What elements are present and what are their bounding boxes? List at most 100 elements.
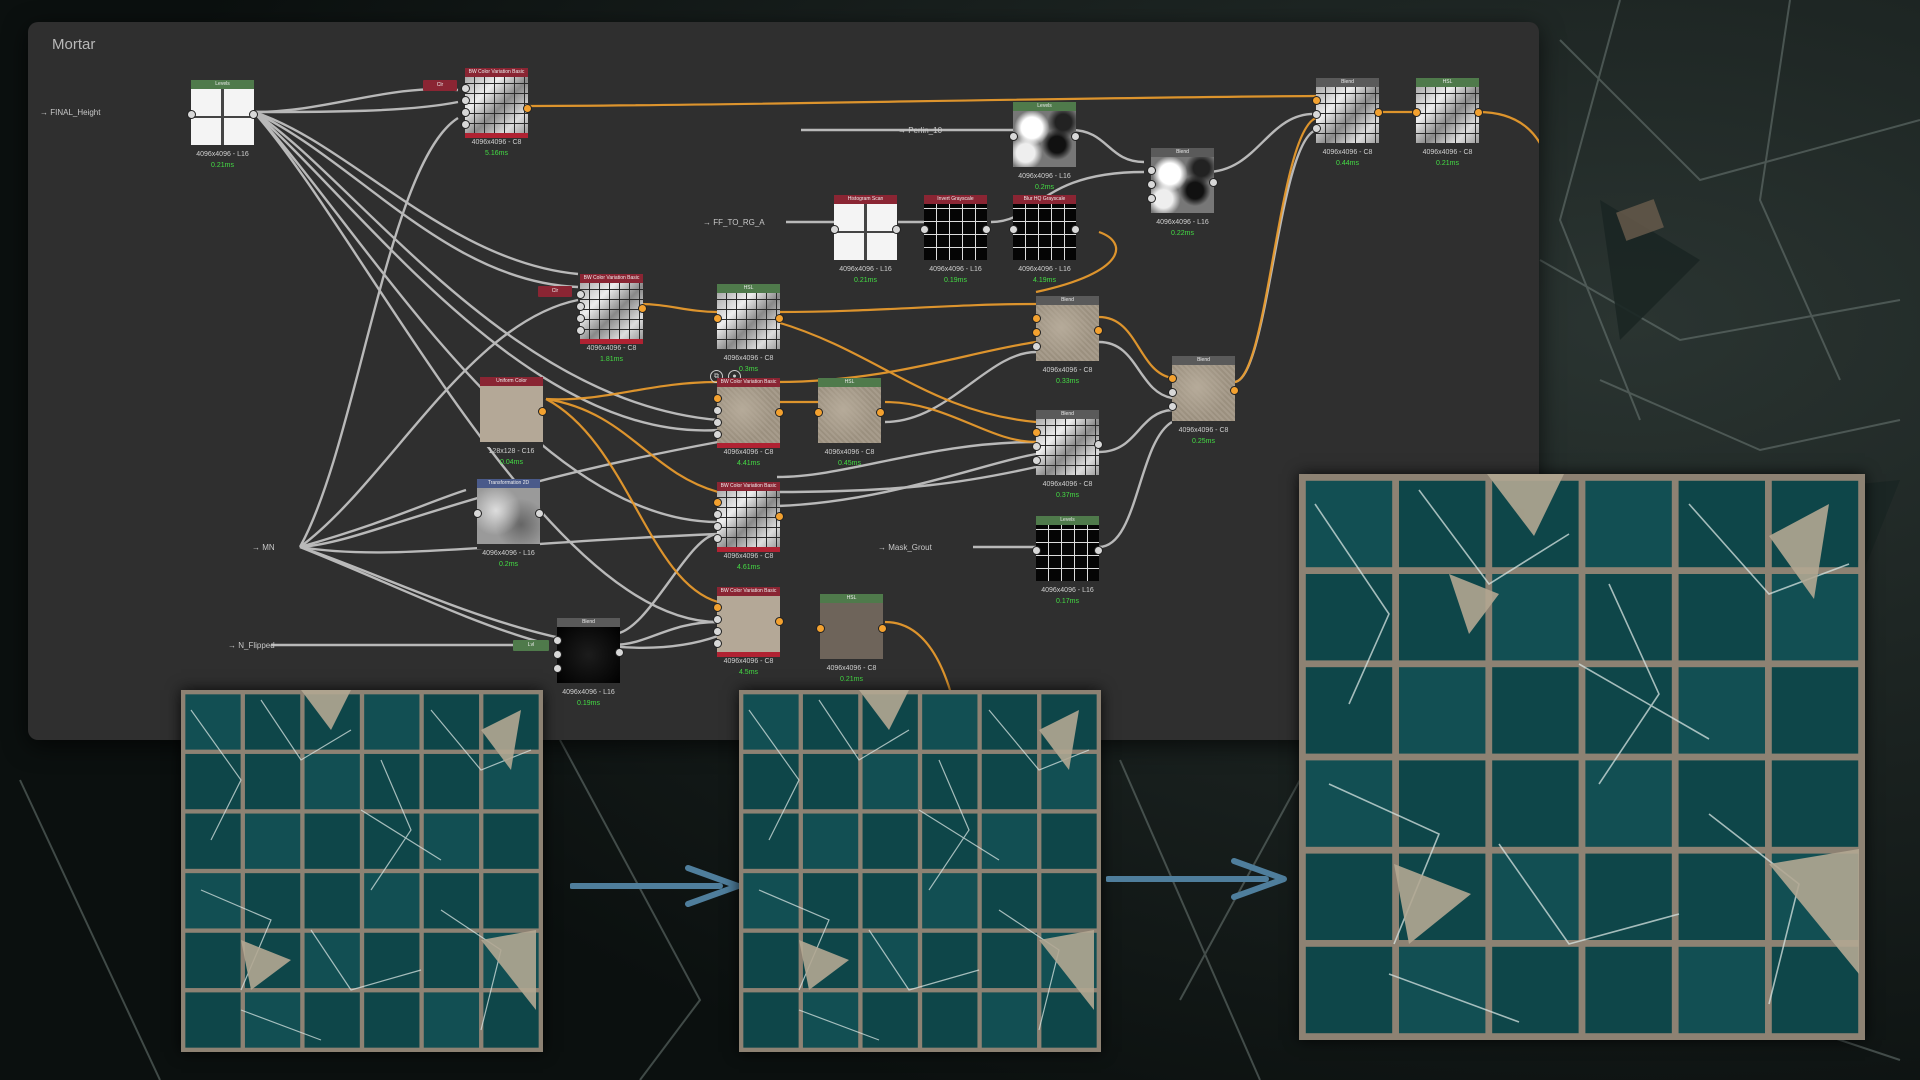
tile	[922, 753, 978, 810]
node-time: 0.21ms	[211, 162, 234, 169]
node-thumbnail	[1013, 111, 1076, 167]
tile	[862, 992, 918, 1048]
input-final-height[interactable]: → FINAL_Height	[40, 108, 100, 117]
node-time: 0.37ms	[1056, 492, 1079, 499]
node-bw-color-variation-3[interactable]: BW Color Variation Basic 4096x4096 - C8 …	[713, 378, 784, 467]
node-blend-mid-2[interactable]: Blend 4096x4096 - C8 0.37ms	[1032, 410, 1103, 499]
node-thumbnail	[820, 603, 883, 659]
tile	[802, 753, 859, 810]
input-perlin[interactable]: → Perlin_10	[898, 126, 942, 135]
tile	[1771, 946, 1859, 1034]
tile	[1678, 760, 1766, 847]
tile	[423, 753, 480, 810]
tile	[922, 992, 978, 1048]
node-levels-perlin[interactable]: Levels 4096x4096 - L16 0.2ms	[1009, 102, 1080, 191]
node-thumbnail	[580, 283, 643, 339]
node-info: 4096x4096 - C8	[723, 658, 774, 665]
node-time: 5.16ms	[485, 150, 508, 157]
tile	[423, 813, 480, 869]
node-info: 4096x4096 - C8	[723, 553, 774, 560]
tile	[922, 694, 978, 750]
tile	[1678, 667, 1766, 754]
tile	[981, 992, 1038, 1048]
preview-middle	[739, 690, 1101, 1052]
tile	[1678, 573, 1766, 661]
node-info: 4096x4096 - C8	[1042, 367, 1093, 374]
node-histogram-scan[interactable]: Histogram Scan 4096x4096 - L16 0.21ms	[830, 195, 901, 284]
node-header: Blend	[557, 618, 620, 627]
input-mask-grout[interactable]: → Mask_Grout	[878, 543, 932, 552]
node-hsl-4[interactable]: HSL 4096x4096 - C8 0.21ms	[816, 594, 887, 683]
tile	[364, 932, 420, 989]
tile	[862, 813, 918, 869]
tile	[1585, 946, 1672, 1034]
node-thumbnail	[465, 77, 528, 133]
node-thumbnail	[1151, 157, 1214, 213]
input-n-flipped[interactable]: → N_Flipped	[228, 641, 275, 650]
tile	[1041, 813, 1097, 869]
node-bw-color-variation-4[interactable]: BW Color Variation Basic 4096x4096 - C8 …	[713, 482, 784, 571]
node-blend-noise[interactable]: Blend 4096x4096 - L16 0.22ms	[1147, 148, 1218, 237]
node-time: 0.21ms	[1436, 160, 1459, 167]
node-levels-final-height[interactable]: Levels 4096x4096 - L16 0.21ms	[187, 80, 258, 169]
tile	[1305, 946, 1393, 1034]
tile	[743, 932, 799, 989]
node-hsl-3[interactable]: HSL 4096x4096 - C8 0.45ms	[814, 378, 885, 467]
node-blend-top[interactable]: Blend 4096x4096 - C8 0.44ms	[1312, 78, 1383, 167]
node-thumbnail	[557, 627, 620, 683]
node-invert-grayscale[interactable]: Invert Grayscale 4096x4096 - L16 0.19ms	[920, 195, 991, 284]
node-header: BW Color Variation Basic	[465, 68, 528, 77]
tile	[981, 753, 1038, 810]
node-bw-color-variation-1[interactable]: BW Color Variation Basic 4096x4096 - C8 …	[461, 68, 532, 157]
node-time: 4.41ms	[737, 460, 760, 467]
node-blend-merge[interactable]: Blend 4096x4096 - C8 0.25ms	[1168, 356, 1239, 445]
node-info: 4096x4096 - L16	[562, 689, 615, 696]
color-badge-2[interactable]: Clr	[538, 286, 572, 297]
tile	[1771, 760, 1859, 847]
node-info: 4096x4096 - C8	[1422, 149, 1473, 156]
node-blend-mid-1[interactable]: Blend 4096x4096 - C8 0.33ms	[1032, 296, 1103, 385]
node-header: BW Color Variation Basic	[717, 378, 780, 387]
preview-after	[1299, 474, 1865, 1040]
node-header: Levels	[1013, 102, 1076, 111]
tile	[1678, 480, 1766, 568]
tile	[304, 992, 360, 1048]
node-info: 4096x4096 - C8	[471, 139, 522, 146]
node-thumbnail	[818, 387, 881, 443]
tile	[743, 873, 799, 929]
node-thumbnail	[717, 387, 780, 443]
node-header: Blend	[1036, 296, 1099, 305]
input-ff-to-rg[interactable]: → FF_TO_RG_A	[703, 218, 765, 227]
tile	[1398, 946, 1486, 1034]
node-hsl-2[interactable]: HSL 4096x4096 - C8 0.3ms	[713, 284, 784, 373]
node-uniform-color[interactable]: Uniform Color 128x128 - C16 0.04ms	[480, 377, 547, 466]
node-header: Histogram Scan	[834, 195, 897, 204]
tile	[364, 873, 420, 929]
tile	[244, 992, 301, 1048]
input-mn[interactable]: → MN	[252, 543, 275, 552]
node-transformation-2d[interactable]: Transformation 2D 4096x4096 - L16 0.2ms	[473, 479, 544, 568]
node-header: Blend	[1172, 356, 1235, 365]
levels-badge[interactable]: Lvl	[513, 640, 549, 651]
node-bw-color-variation-5[interactable]: BW Color Variation Basic 4096x4096 - C8 …	[713, 587, 784, 676]
node-info: 4096x4096 - L16	[482, 550, 535, 557]
node-thumbnail	[1172, 365, 1235, 421]
node-levels-mask-grout[interactable]: Levels 4096x4096 - L16 0.17ms	[1032, 516, 1103, 605]
arrow-right-icon	[570, 865, 741, 907]
node-bw-color-variation-2[interactable]: BW Color Variation Basic 4096x4096 - C8 …	[576, 274, 647, 363]
node-thumbnail	[1036, 305, 1099, 361]
node-blur-hq-grayscale[interactable]: Blur HQ Grayscale 4096x4096 - L16 4.19ms	[1009, 195, 1080, 284]
color-badge-1[interactable]: Clr	[423, 80, 457, 91]
node-header: Blend	[1151, 148, 1214, 157]
tile	[862, 873, 918, 929]
tile	[304, 813, 360, 869]
node-hsl-final[interactable]: HSL 4096x4096 - C8 0.21ms	[1412, 78, 1483, 167]
tile	[423, 873, 480, 929]
node-thumbnail	[1013, 204, 1076, 260]
tile	[802, 813, 859, 869]
tile	[1585, 760, 1672, 847]
node-time: 0.22ms	[1171, 230, 1194, 237]
node-info: 4096x4096 - C8	[1042, 481, 1093, 488]
node-blend-n-flipped[interactable]: Blend 4096x4096 - L16 0.19ms	[553, 618, 624, 707]
node-thumbnail	[191, 89, 254, 145]
